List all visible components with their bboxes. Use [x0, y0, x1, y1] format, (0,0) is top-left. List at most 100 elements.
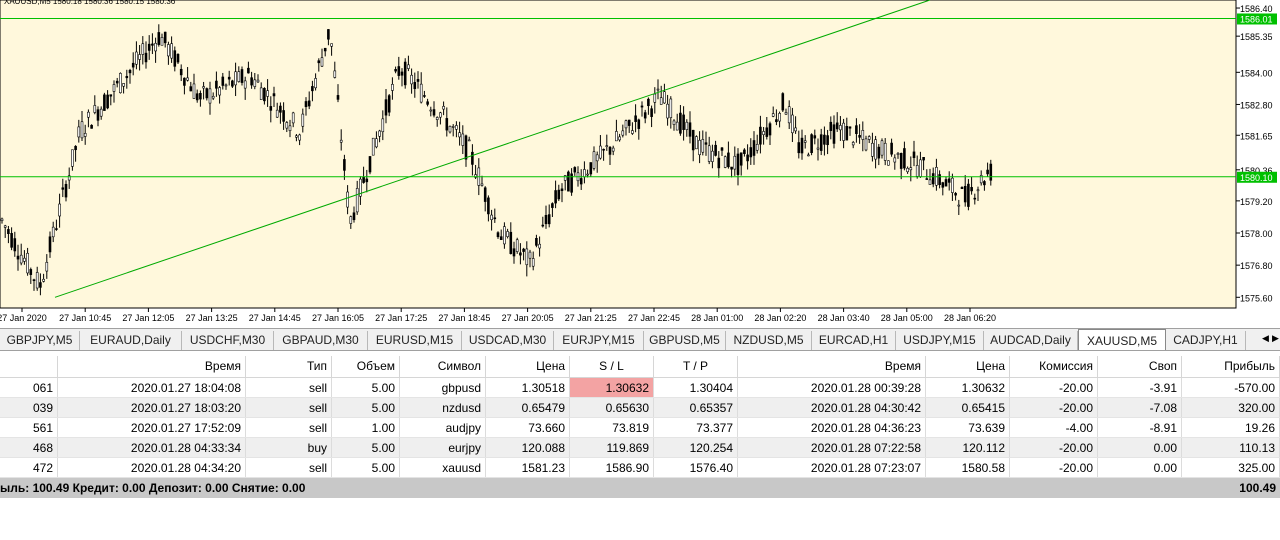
candle-body — [349, 216, 353, 224]
candle-body — [973, 197, 977, 200]
candle-body — [10, 233, 13, 248]
candle-body — [247, 67, 250, 74]
chart-tab[interactable]: EURJPY,M15 — [554, 331, 644, 350]
chart-tab[interactable]: GBPUSD,M5 — [644, 331, 726, 350]
table-row[interactable]: 468 2020.01.28 04:33:34 buy 5.00 eurjpy 120.0… — [0, 438, 1280, 458]
chart-tab[interactable]: XAUUSD,M5 — [1078, 329, 1166, 350]
candle-body — [711, 150, 714, 162]
time-label: 28 Jan 05:00 — [881, 313, 933, 323]
candle-body — [112, 84, 116, 92]
tab-scroll-right-icon[interactable]: ▶ — [1272, 333, 1279, 344]
candle-body — [330, 43, 333, 47]
candle-body — [791, 114, 794, 134]
price-chart[interactable]: 1586.40 1585.35 1584.00 1582.80 1581.65 1580.… — [0, 0, 1280, 326]
table-cell: 325.00 — [1182, 458, 1280, 477]
candle-body — [634, 115, 637, 122]
level-price-label: 1586.01 — [1240, 14, 1273, 24]
chart-tab[interactable]: AUDCAD,Daily — [984, 331, 1078, 350]
table-cell: -20.00 — [1010, 378, 1098, 397]
candle-body — [858, 135, 861, 138]
candle-body — [829, 121, 833, 131]
candle-body — [912, 151, 916, 159]
column-header[interactable]: Символ — [400, 356, 486, 377]
chart-tab[interactable]: EURUSD,M15 — [368, 331, 462, 350]
chart-tab[interactable]: CADJPY,H1 — [1166, 331, 1246, 350]
time-label: 28 Jan 06:20 — [944, 313, 996, 323]
chart-tab[interactable]: USDJPY,M15 — [896, 331, 984, 350]
candle-body — [803, 140, 807, 143]
candle-body — [957, 204, 961, 207]
candle-body — [938, 174, 941, 186]
column-header[interactable]: Прибыль — [1182, 356, 1280, 377]
table-row[interactable]: 061 2020.01.27 18:04:08 sell 5.00 gbpusd 1.30… — [0, 378, 1280, 398]
table-cell: 120.112 — [926, 438, 1010, 457]
level-price-label: 1580.10 — [1240, 173, 1273, 183]
candle-body — [135, 51, 138, 65]
table-cell: 0.00 — [1098, 438, 1182, 457]
table-cell: 5.00 — [332, 378, 400, 397]
candle-body — [231, 80, 234, 87]
column-header[interactable]: T / P — [654, 356, 738, 377]
candle-body — [269, 106, 273, 111]
candle-body — [29, 269, 33, 275]
table-cell: sell — [188, 458, 332, 477]
column-header[interactable]: Время — [738, 356, 926, 377]
column-header[interactable]: Цена — [486, 356, 570, 377]
column-header[interactable]: S / L — [570, 356, 654, 377]
table-cell: -3.91 — [1098, 378, 1182, 397]
column-header[interactable]: Комиссия — [1010, 356, 1098, 377]
time-label: 27 Jan 13:25 — [186, 313, 238, 323]
summary-row: ыль: 100.49 Кредит: 0.00 Депозит: 0.00 С… — [0, 478, 1280, 498]
table-row[interactable]: 561 2020.01.27 17:52:09 sell 1.00 audjpy 73.6… — [0, 418, 1280, 438]
table-cell: -4.00 — [1010, 418, 1098, 437]
chart-tab[interactable]: GBPJPY,M5 — [0, 331, 80, 350]
table-cell: 0.00 — [1098, 458, 1182, 477]
candle-body — [781, 93, 785, 111]
candle-body — [167, 44, 170, 57]
chart-tab[interactable]: USDCHF,M30 — [182, 331, 274, 350]
candle-body — [125, 75, 129, 79]
candle-body — [816, 147, 820, 150]
candle-body — [787, 106, 791, 124]
chart-tab[interactable]: USDCAD,M30 — [462, 331, 554, 350]
column-header[interactable]: Своп — [1098, 356, 1182, 377]
candle-body — [375, 138, 378, 148]
column-header[interactable]: Объем — [332, 356, 400, 377]
column-header[interactable]: Тип — [188, 356, 332, 377]
candle-body — [183, 77, 186, 86]
candle-body — [83, 132, 87, 137]
candle-body — [800, 137, 804, 154]
candle-body — [819, 134, 823, 151]
column-header[interactable] — [0, 356, 58, 377]
candle-body — [106, 94, 109, 109]
candle-body — [93, 105, 97, 113]
candle-body — [192, 83, 196, 99]
candle-body — [691, 129, 695, 151]
chart-tab[interactable]: EURAUD,Daily — [80, 331, 182, 350]
candle-body — [311, 86, 314, 92]
chart-tab[interactable]: NZDUSD,M5 — [726, 331, 812, 350]
candle-body — [970, 187, 973, 192]
candle-body — [784, 112, 788, 115]
candle-body — [983, 181, 986, 186]
candle-body — [461, 133, 465, 146]
tab-scroll-left-icon[interactable]: ◀ — [1262, 333, 1269, 344]
candle-body — [915, 165, 919, 177]
candle-body — [573, 167, 577, 173]
candle-body — [147, 43, 151, 51]
candle-body — [39, 282, 42, 288]
candle-body — [989, 163, 993, 181]
column-header[interactable]: Цена — [926, 356, 1010, 377]
table-row[interactable]: 039 2020.01.27 18:03:20 sell 5.00 nzdusd 0.65… — [0, 398, 1280, 418]
candle-body — [301, 113, 305, 127]
chart-tab[interactable]: GBPAUD,M30 — [274, 331, 368, 350]
candle-body — [131, 62, 135, 68]
candle-body — [499, 236, 503, 241]
candle-body — [605, 145, 609, 148]
candle-body — [899, 153, 903, 169]
price-label: 1575.60 — [1240, 293, 1273, 303]
candle-body — [909, 167, 913, 171]
chart-canvas[interactable]: 1586.40 1585.35 1584.00 1582.80 1581.65 1580.… — [0, 0, 1280, 326]
table-row[interactable]: 472 2020.01.28 04:34:20 sell 5.00 xauusd 1581… — [0, 458, 1280, 478]
chart-tab[interactable]: EURCAD,H1 — [812, 331, 896, 350]
